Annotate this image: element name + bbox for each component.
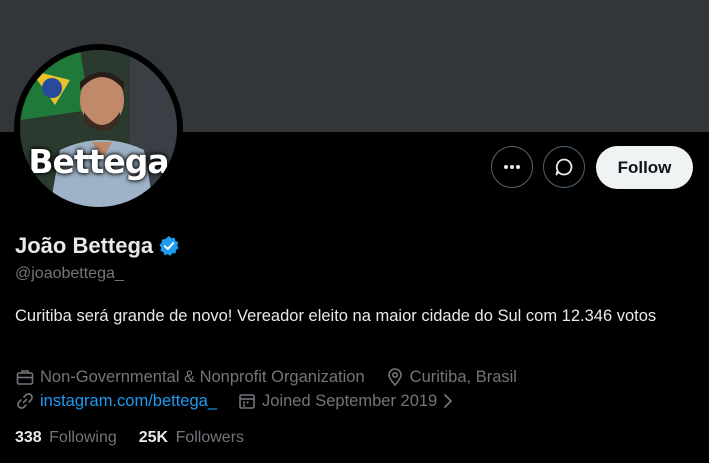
avatar-photo	[20, 50, 177, 207]
followers-label: Followers	[175, 429, 245, 446]
location-pin-icon	[387, 368, 402, 387]
more-button[interactable]	[491, 146, 533, 188]
verified-badge-icon[interactable]	[158, 235, 180, 257]
message-button[interactable]	[543, 146, 585, 188]
follow-button[interactable]: Follow	[596, 146, 693, 189]
avatar-logo-text: Bettega	[28, 142, 169, 181]
joined-item[interactable]: Joined September 2019	[237, 391, 460, 411]
profile-bio: Curitiba será grande de novo! Vereador e…	[15, 307, 657, 325]
following-label: Following	[49, 429, 117, 446]
calendar-icon	[239, 394, 255, 409]
following-count: 338	[15, 429, 42, 446]
profile-handle: @joaobettega_	[15, 265, 124, 282]
website-item[interactable]: instagram.com/bettega_	[15, 391, 217, 411]
joined-label: Joined September 2019	[262, 391, 438, 410]
chevron-right-icon	[444, 394, 453, 408]
location-label: Curitiba, Brasil	[409, 367, 517, 386]
profile-name: João Bettega	[15, 233, 154, 258]
followers-link[interactable]: 25K Followers	[139, 429, 244, 447]
following-link[interactable]: 338 Following	[15, 429, 117, 447]
avatar[interactable]: Bettega	[20, 50, 177, 207]
profile-stats: 338 Following 25K Followers	[15, 429, 266, 447]
more-horizontal-icon	[504, 165, 520, 169]
category-label: Non-Governmental & Nonprofit Organizatio…	[40, 367, 365, 386]
website-link[interactable]: instagram.com/bettega_	[40, 392, 217, 411]
message-icon	[555, 158, 573, 176]
link-icon	[17, 393, 33, 409]
profile-name-row: João Bettega	[15, 233, 180, 259]
followers-count: 25K	[138, 429, 169, 446]
profile-meta-row-1: Non-Governmental & Nonprofit Organizatio…	[15, 367, 537, 387]
category-item: Non-Governmental & Nonprofit Organizatio…	[15, 367, 365, 387]
location-item: Curitiba, Brasil	[385, 367, 517, 387]
briefcase-icon	[16, 370, 34, 385]
profile-meta-row-2: instagram.com/bettega_ Joined September …	[15, 391, 460, 411]
